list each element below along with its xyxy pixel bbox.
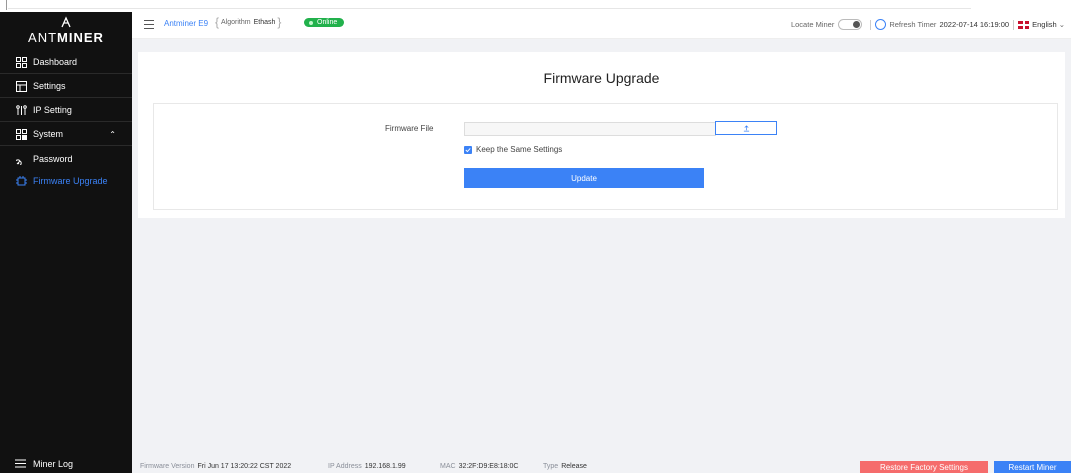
ip-address: IP Address 192.168.1.99 <box>328 463 406 470</box>
update-button[interactable]: Update <box>464 168 704 188</box>
sidebar-item-password[interactable]: Password <box>0 148 132 170</box>
chevron-down-icon: ⌄ <box>1058 20 1065 29</box>
sidebar-item-label: Settings <box>33 81 66 91</box>
restart-miner-button[interactable]: Restart Miner <box>994 461 1071 473</box>
logo-mark-icon <box>61 16 71 28</box>
sidebar-item-label: Dashboard <box>33 57 78 67</box>
main-content: Firmware Upgrade Firmware File Keep the … <box>132 39 1071 458</box>
status-badge: Online <box>304 18 345 27</box>
keep-settings-label: Keep the Same Settings <box>476 145 563 154</box>
header-right: Locate Miner Refresh Timer 2022-07-14 16… <box>791 19 1065 30</box>
sidebar-item-label: System <box>33 129 64 139</box>
top-divider <box>8 8 971 9</box>
keep-settings-row[interactable]: Keep the Same Settings <box>464 145 562 154</box>
sidebar-divider <box>0 145 132 146</box>
sidebar-item-dashboard[interactable]: Dashboard <box>0 51 132 73</box>
sidebar-divider <box>0 73 132 74</box>
uk-flag-icon <box>1018 20 1030 29</box>
header-divider <box>1013 19 1015 30</box>
refresh-timer-icon[interactable] <box>875 19 887 30</box>
menu-toggle-icon[interactable] <box>144 20 154 29</box>
footer: Firmware Version Fri Jun 17 13:20:22 CST … <box>132 458 1071 473</box>
system-icon <box>15 128 27 140</box>
sidebar-item-ip-setting[interactable]: IP Setting <box>0 99 132 121</box>
sidebar-item-label: IP Setting <box>33 105 72 115</box>
sidebar-item-system[interactable]: System ⌃ <box>0 123 132 145</box>
refresh-timer-value: 2022-07-14 16:19:00 <box>939 20 1010 29</box>
refresh-timer-label: Refresh Timer <box>889 20 937 29</box>
sidebar-divider <box>0 97 132 98</box>
page-title: Firmware Upgrade <box>543 70 660 86</box>
sidebar-item-settings[interactable]: Settings <box>0 75 132 97</box>
header: Antminer E9 {Algorithm Ethash} Online Loc… <box>132 12 1071 39</box>
firmware-file-label: Firmware File <box>385 124 434 133</box>
locate-miner-toggle[interactable] <box>838 19 863 30</box>
top-strip <box>0 0 1071 12</box>
sidebar: ANTMINER Dashboard Settings IP Setting S… <box>0 12 132 473</box>
miner-log-label: Miner Log <box>33 459 74 469</box>
restore-factory-button[interactable]: Restore Factory Settings <box>860 461 988 473</box>
firmware-type: Type Release <box>543 463 587 470</box>
upload-icon <box>743 124 749 131</box>
firmware-icon <box>15 175 27 187</box>
settings-icon <box>15 80 27 92</box>
firmware-card: Firmware Upgrade Firmware File Keep the … <box>138 52 1065 218</box>
dashboard-icon <box>15 56 27 68</box>
top-tick <box>6 0 7 10</box>
language-select[interactable]: English <box>1032 20 1057 29</box>
logo: ANTMINER <box>0 12 132 52</box>
locate-miner-label: Locate Miner <box>790 20 835 29</box>
ip-setting-icon <box>15 104 27 116</box>
sidebar-item-miner-log[interactable]: Miner Log <box>0 455 132 473</box>
chevron-up-icon: ⌃ <box>109 129 116 139</box>
miner-model: Antminer E9 <box>164 19 209 28</box>
sidebar-divider <box>0 121 132 122</box>
keep-settings-checkbox[interactable] <box>464 145 472 154</box>
check-icon <box>465 147 471 152</box>
mac-address: MAC 32:2F:D9:E8:18:0C <box>440 463 519 470</box>
upload-button[interactable] <box>715 121 777 135</box>
sidebar-item-firmware-upgrade[interactable]: Firmware Upgrade <box>0 170 132 192</box>
header-divider <box>870 19 872 30</box>
sidebar-item-label: Password <box>33 154 73 164</box>
firmware-version: Firmware Version Fri Jun 17 13:20:22 CST … <box>140 463 292 470</box>
miner-log-icon <box>15 459 27 469</box>
logo-wordmark: ANTMINER <box>28 30 104 45</box>
password-icon <box>15 153 27 165</box>
sidebar-item-label: Firmware Upgrade <box>33 176 108 186</box>
algorithm-tag: {Algorithm Ethash} <box>215 15 282 29</box>
status-dot-icon <box>309 20 313 25</box>
upgrade-form: Firmware File Keep the Same Settings Upd… <box>153 103 1058 210</box>
firmware-file-input[interactable] <box>464 122 716 136</box>
